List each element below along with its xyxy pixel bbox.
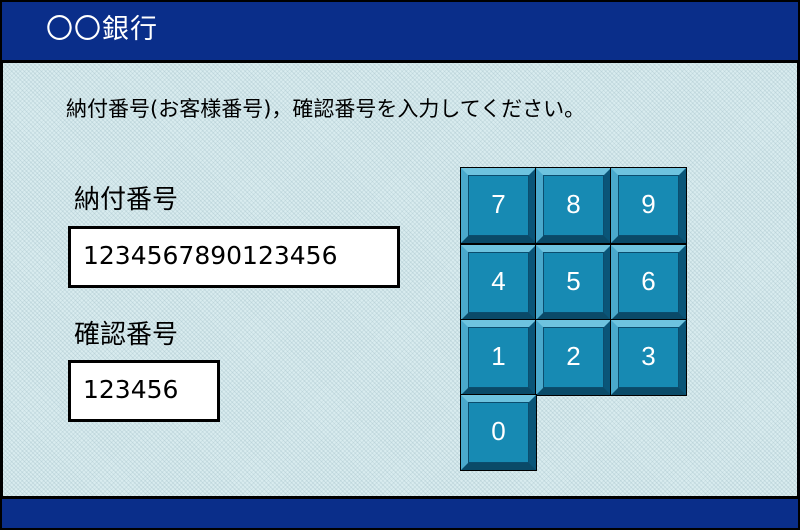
key-digit: 8 bbox=[566, 189, 581, 219]
keypad-key-0[interactable]: 0 bbox=[460, 394, 537, 471]
keypad-key-4[interactable]: 4 bbox=[460, 244, 537, 321]
key-digit: 7 bbox=[491, 189, 506, 219]
bank-name: 〇〇銀行 bbox=[46, 14, 158, 45]
confirmation-number-field[interactable]: 123456 bbox=[68, 360, 220, 422]
keypad-key-5[interactable]: 5 bbox=[535, 244, 612, 321]
keypad-key-9[interactable]: 9 bbox=[610, 167, 687, 244]
keypad-key-3[interactable]: 3 bbox=[610, 319, 687, 396]
header-bar: 〇〇銀行 bbox=[2, 2, 798, 60]
keypad-key-7[interactable]: 7 bbox=[460, 167, 537, 244]
keypad-key-8[interactable]: 8 bbox=[535, 167, 612, 244]
payment-number-label: 納付番号 bbox=[74, 185, 179, 215]
keypad-key-1[interactable]: 1 bbox=[460, 319, 537, 396]
key-digit: 0 bbox=[491, 416, 506, 446]
footer-bar bbox=[2, 499, 798, 528]
key-digit: 4 bbox=[491, 266, 506, 296]
key-digit: 3 bbox=[641, 341, 656, 371]
keypad-key-6[interactable]: 6 bbox=[610, 244, 687, 321]
atm-screen: 〇〇銀行 納付番号(お客様番号)，確認番号を入力してください。 納付番号 123… bbox=[0, 0, 800, 530]
key-digit: 9 bbox=[641, 189, 656, 219]
key-digit: 1 bbox=[491, 341, 506, 371]
keypad-key-2[interactable]: 2 bbox=[535, 319, 612, 396]
key-digit: 2 bbox=[566, 341, 581, 371]
confirmation-number-label: 確認番号 bbox=[74, 320, 179, 350]
payment-number-field[interactable]: 1234567890123456 bbox=[68, 226, 400, 288]
instruction-text: 納付番号(お客様番号)，確認番号を入力してください。 bbox=[66, 97, 586, 121]
key-digit: 6 bbox=[641, 266, 656, 296]
key-digit: 5 bbox=[566, 266, 581, 296]
